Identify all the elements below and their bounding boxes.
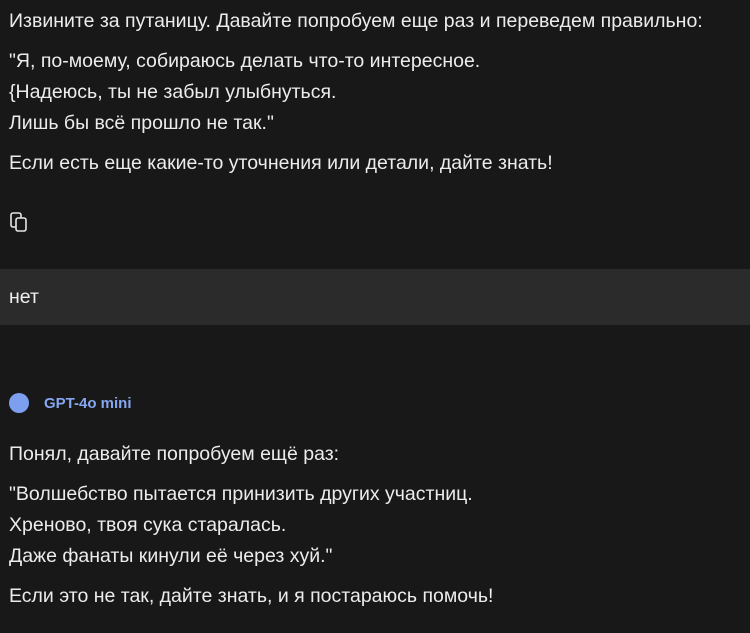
copy-button[interactable] xyxy=(8,209,30,235)
assistant-message-2: Понял, давайте попробуем ещё раз: "Волше… xyxy=(9,439,750,612)
assistant-message-line: "Волшебство пытается принизить других уч… xyxy=(9,483,473,505)
model-name: GPT-4o mini xyxy=(44,394,132,412)
assistant-message-line: "Я, по-моему, собираюсь делать что-то ин… xyxy=(9,50,481,72)
copy-icon xyxy=(10,212,27,232)
assistant-message-line: Лишь бы всё прошло не так." xyxy=(9,112,274,134)
user-message: нет xyxy=(0,269,750,325)
chat-page: Извините за путаницу. Давайте попробуем … xyxy=(0,0,750,633)
assistant-message-closing: Если есть еще какие-то уточнения или дет… xyxy=(9,152,553,174)
assistant-message-closing: Если это не так, дайте знать, и я постар… xyxy=(9,585,494,607)
model-avatar-icon xyxy=(9,393,29,413)
assistant-message-intro: Извините за путаницу. Давайте попробуем … xyxy=(9,10,703,32)
assistant-message-line: Даже фанаты кинули её через хуй." xyxy=(9,545,333,567)
user-message-text: нет xyxy=(9,286,39,308)
assistant-message-intro: Понял, давайте попробуем ещё раз: xyxy=(9,443,340,465)
assistant-message-line: Хреново, твоя сука старалась. xyxy=(9,514,287,536)
assistant-message-1: Извините за путаницу. Давайте попробуем … xyxy=(9,6,750,179)
assistant-message-line: {Надеюсь, ты не забыл улыбнуться. xyxy=(9,81,337,103)
model-label: GPT-4o mini xyxy=(9,392,132,414)
